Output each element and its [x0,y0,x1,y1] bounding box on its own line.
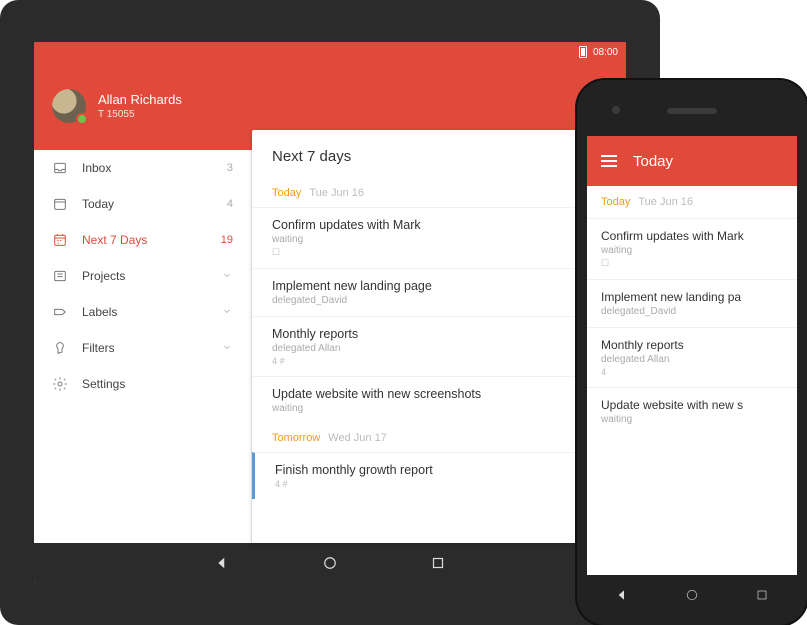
android-nav-bar [34,543,626,583]
task-row[interactable]: Update website with new s waiting [587,387,797,435]
gear-icon [52,376,68,392]
task-subtitle: delegated_David [601,306,783,317]
section-name: Tomorrow [272,432,320,444]
sidebar-item-inbox[interactable]: Inbox 3 [34,150,251,186]
hamburger-menu-icon[interactable] [601,155,617,167]
task-row[interactable]: Implement new landing pa delegated_David [587,279,797,327]
task-subtitle: delegated Allan [272,343,606,354]
sidebar-item-count: 3 [227,162,233,174]
section-date: Tue Jun 16 [638,196,693,208]
task-meta: 4 # [275,479,606,489]
tablet-screen: 08:00 Allan Richards T 15055 Inbox 3 [34,42,626,583]
sidebar-item-settings[interactable]: Settings [34,366,251,402]
user-block[interactable]: Allan Richards T 15055 [98,92,182,120]
calendar-week-icon [52,232,68,248]
phone-task-list: Today Tue Jun 16 Confirm updates with Ma… [587,186,797,575]
task-row[interactable]: Implement new landing page delegated_Dav… [252,268,626,316]
sidebar-item-count: 4 [227,198,233,210]
task-title: Update website with new s [601,398,783,412]
task-subtitle: waiting [601,245,783,256]
nav-home-button[interactable] [684,587,700,603]
task-row[interactable]: Monthly reports delegated Allan 4 [587,327,797,387]
chevron-down-icon [221,341,233,356]
task-meta: ☐ [601,258,783,269]
task-row[interactable]: Confirm updates with Mark waiting ☐ [252,207,626,268]
phone-camera [612,106,620,114]
sidebar-item-label: Filters [82,341,207,355]
chevron-down-icon [221,269,233,284]
section-date: Wed Jun 17 [328,432,387,444]
panel-title: Next 7 days [252,130,626,179]
section-header-tomorrow: Tomorrow Wed Jun 17 [252,424,626,452]
task-title: Finish monthly growth report [275,463,606,477]
task-subtitle: waiting [272,403,606,414]
avatar-status-badge [76,113,88,125]
section-name: Today [601,196,630,208]
section-header-today: Today Tue Jun 16 [252,179,626,207]
sidebar-item-label: Inbox [82,161,213,175]
task-list-card: Next 7 days Today Tue Jun 16 Confirm upd… [252,130,626,543]
user-subtitle: T 15055 [98,109,182,120]
android-nav-bar [587,575,797,615]
sidebar-item-projects[interactable]: Projects [34,258,251,294]
task-subtitle: waiting [601,414,783,425]
section-name: Today [272,187,301,199]
nav-recents-button[interactable] [429,554,447,572]
sidebar-item-today[interactable]: Today 4 [34,186,251,222]
nav-back-button[interactable] [614,587,630,603]
sidebar: Inbox 3 Today 4 Next 7 Days 19 [34,150,252,543]
sidebar-item-label: Today [82,197,213,211]
main-panel: Next 7 days Today Tue Jun 16 Confirm upd… [252,150,626,543]
task-row[interactable]: Confirm updates with Mark waiting ☐ [587,218,797,279]
battery-icon [579,46,587,58]
task-row[interactable]: Monthly reports delegated Allan 4 # [252,316,626,376]
task-row[interactable]: Update website with new screenshots wait… [252,376,626,424]
sidebar-item-labels[interactable]: Labels [34,294,251,330]
label-icon [52,304,68,320]
task-title: Implement new landing page [272,279,606,293]
sidebar-item-count: 19 [221,234,233,246]
task-meta: 4 # [272,356,606,366]
task-subtitle: delegated Allan [601,354,783,365]
user-name: Allan Richards [98,92,182,107]
chevron-down-icon [221,305,233,320]
task-subtitle: waiting [272,234,606,245]
sidebar-item-label: Next 7 Days [82,233,207,247]
task-title: Implement new landing pa [601,290,783,304]
task-title: Confirm updates with Mark [272,218,606,232]
phone-screen: Today Today Tue Jun 16 Confirm updates w… [587,136,797,615]
filter-icon [52,340,68,356]
nav-back-button[interactable] [213,554,231,572]
inbox-icon [52,160,68,176]
phone-app-header: Today [587,136,797,186]
section-date: Tue Jun 16 [309,187,364,199]
task-title: Monthly reports [272,327,606,341]
sidebar-item-label: Settings [82,377,233,391]
tablet-device: 08:00 Allan Richards T 15055 Inbox 3 [0,0,660,625]
task-meta: ☐ [272,247,606,258]
section-header-today: Today Tue Jun 16 [587,186,797,218]
calendar-today-icon [52,196,68,212]
projects-icon [52,268,68,284]
task-subtitle: delegated_David [272,295,606,306]
status-time: 08:00 [593,47,618,58]
sidebar-item-label: Projects [82,269,207,283]
task-title: Monthly reports [601,338,783,352]
task-title: Update website with new screenshots [272,387,606,401]
sidebar-item-next7days[interactable]: Next 7 Days 19 [34,222,251,258]
avatar[interactable] [52,89,86,123]
phone-device: Today Today Tue Jun 16 Confirm updates w… [577,80,807,625]
phone-speaker [667,108,717,114]
sidebar-item-label: Labels [82,305,207,319]
task-title: Confirm updates with Mark [601,229,783,243]
nav-recents-button[interactable] [754,587,770,603]
task-meta: 4 [601,367,783,377]
phone-page-title: Today [633,153,673,170]
sidebar-item-filters[interactable]: Filters [34,330,251,366]
status-bar: 08:00 [34,42,626,62]
task-row[interactable]: Finish monthly growth report 4 # [252,452,626,499]
nav-home-button[interactable] [321,554,339,572]
